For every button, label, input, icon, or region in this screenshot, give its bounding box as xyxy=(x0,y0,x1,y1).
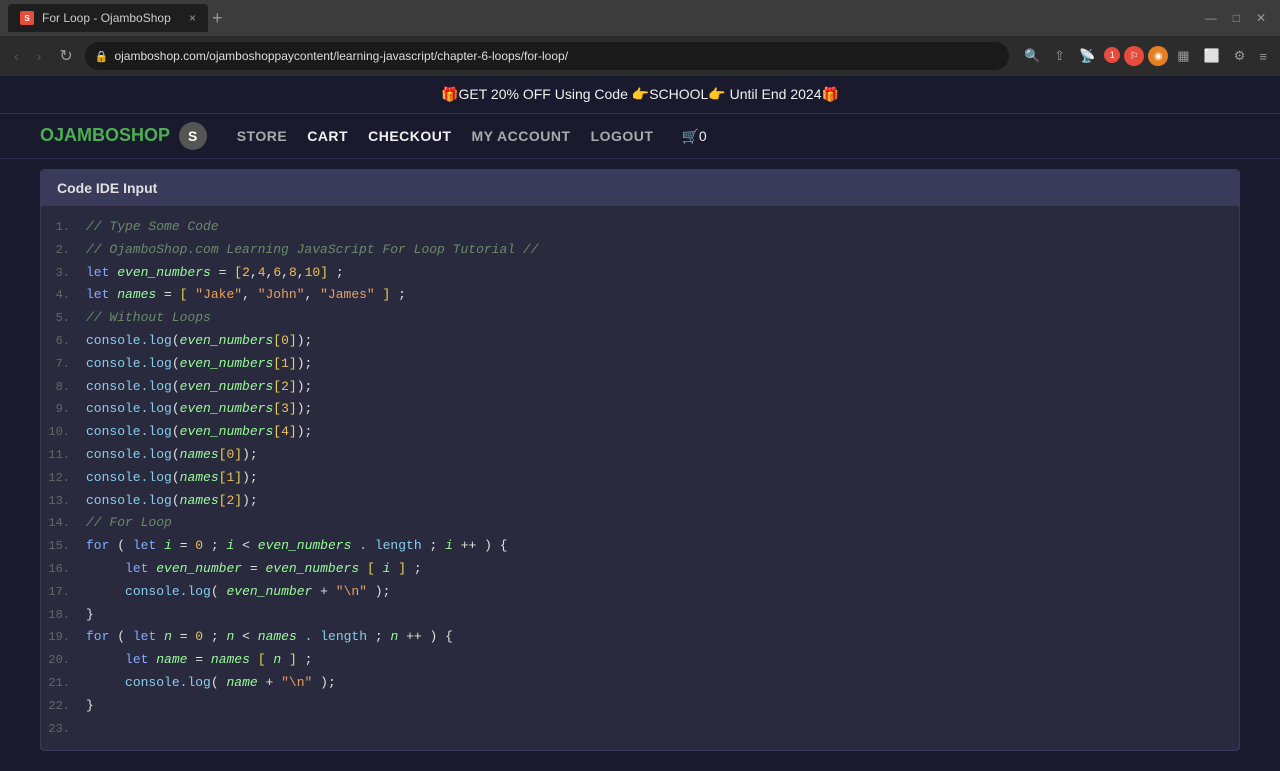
reload-button[interactable]: ↻ xyxy=(53,42,78,70)
cart-nav-link[interactable]: CART xyxy=(307,128,348,144)
tab-bar: S For Loop - OjamboShop × + — □ ✕ xyxy=(0,0,1280,36)
tab-controls: — □ ✕ xyxy=(1199,9,1272,27)
store-nav-link[interactable]: STORE xyxy=(237,128,287,144)
table-row: 23. xyxy=(41,718,1239,741)
tab-title: For Loop - OjamboShop xyxy=(42,11,171,25)
share-icon-button[interactable]: ⇧ xyxy=(1049,45,1070,67)
table-row: 14. // For Loop xyxy=(41,512,1239,535)
code-ide-title: Code IDE Input xyxy=(57,180,157,196)
rss-icon-button[interactable]: 📡 xyxy=(1074,45,1100,67)
table-row: 22. } xyxy=(41,695,1239,718)
more-icon-button[interactable]: ≡ xyxy=(1254,46,1272,67)
tab-close-button[interactable]: × xyxy=(189,11,196,25)
forward-button[interactable]: › xyxy=(31,44,48,68)
table-row: 12. console.log(names[1]); xyxy=(41,467,1239,490)
site-nav: OJAMBOSHOP S STORE CART CHECKOUT MY ACCO… xyxy=(0,114,1280,159)
nav-links: STORE CART CHECKOUT MY ACCOUNT LOGOUT 🛒0 xyxy=(237,128,707,145)
code-area[interactable]: 1. // Type Some Code 2. // OjamboShop.co… xyxy=(41,206,1239,750)
browser-chrome: S For Loop - OjamboShop × + — □ ✕ ‹ › ↻ … xyxy=(0,0,1280,76)
table-row: 13. console.log(names[2]); xyxy=(41,490,1239,513)
tab-favicon: S xyxy=(20,11,34,25)
extension-icon-orange[interactable]: ◉ xyxy=(1148,46,1168,66)
website: 🎁GET 20% OFF Using Code 👉SCHOOL👉 Until E… xyxy=(0,76,1280,771)
table-row: 4. let names = [ "Jake", "John", "James"… xyxy=(41,284,1239,307)
site-logo-link[interactable]: OJAMBOSHOP S xyxy=(40,122,207,150)
minimize-button[interactable]: — xyxy=(1199,9,1223,27)
table-row: 17. console.log( even_number + "\n" ); xyxy=(41,581,1239,604)
table-row: 20. let name = names [ n ] ; xyxy=(41,649,1239,672)
promo-banner: 🎁GET 20% OFF Using Code 👉SCHOOL👉 Until E… xyxy=(0,76,1280,114)
table-row: 2. // OjamboShop.com Learning JavaScript… xyxy=(41,239,1239,262)
back-button[interactable]: ‹ xyxy=(8,44,25,68)
cart-icon[interactable]: 🛒0 xyxy=(681,128,706,145)
nav-icons: 🔍 ⇧ 📡 1 ⚐ ◉ ▦ ⬜ ⚙ ≡ xyxy=(1019,45,1272,67)
logo-text: OJAMBOSHOP xyxy=(40,125,170,145)
new-tab-button[interactable]: + xyxy=(212,8,223,29)
logout-nav-link[interactable]: LOGOUT xyxy=(591,128,654,144)
table-row: 7. console.log(even_numbers[1]); xyxy=(41,353,1239,376)
table-row: 10. console.log(even_numbers[4]); xyxy=(41,421,1239,444)
active-tab[interactable]: S For Loop - OjamboShop × xyxy=(8,4,208,32)
table-row: 19. for ( let n = 0 ; n < names xyxy=(41,626,1239,649)
my-account-nav-link[interactable]: MY ACCOUNT xyxy=(471,128,570,144)
cart-count: 0 xyxy=(699,128,707,144)
search-icon-button[interactable]: 🔍 xyxy=(1019,45,1045,67)
table-row: 16. let even_number = even_numbers [ i ]… xyxy=(41,558,1239,581)
sidebar-icon-button[interactable]: ▦ xyxy=(1172,45,1194,67)
main-content: Code IDE Input 1. // Type Some Code 2. /… xyxy=(0,169,1280,771)
table-row: 3. let even_numbers = [2,4,6,8,10] ; xyxy=(41,262,1239,285)
code-ide: Code IDE Input 1. // Type Some Code 2. /… xyxy=(40,169,1240,751)
table-row: 21. console.log( name + "\n" ); xyxy=(41,672,1239,695)
code-ide-header: Code IDE Input xyxy=(41,170,1239,206)
address-bar[interactable] xyxy=(114,49,999,63)
table-row: 1. // Type Some Code xyxy=(41,216,1239,239)
navigation-bar: ‹ › ↻ 🔒 🔍 ⇧ 📡 1 ⚐ ◉ ▦ ⬜ ⚙ ≡ xyxy=(0,36,1280,76)
table-row: 11. console.log(names[0]); xyxy=(41,444,1239,467)
maximize-button[interactable]: □ xyxy=(1227,9,1246,27)
settings-icon-button[interactable]: ⚙ xyxy=(1229,45,1251,67)
address-bar-container[interactable]: 🔒 xyxy=(85,42,1009,70)
screenshot-icon-button[interactable]: ⬜ xyxy=(1199,45,1225,67)
checkout-nav-link[interactable]: CHECKOUT xyxy=(368,128,451,144)
extension-icon-red[interactable]: ⚐ xyxy=(1124,46,1144,66)
lock-icon: 🔒 xyxy=(95,50,109,63)
table-row: 6. console.log(even_numbers[0]); xyxy=(41,330,1239,353)
table-row: 5. // Without Loops xyxy=(41,307,1239,330)
table-row: 18. } xyxy=(41,604,1239,627)
logo-icon: S xyxy=(179,122,207,150)
promo-text: 🎁GET 20% OFF Using Code 👉SCHOOL👉 Until E… xyxy=(441,86,839,102)
window-close-button[interactable]: ✕ xyxy=(1250,9,1272,27)
table-row: 8. console.log(even_numbers[2]); xyxy=(41,376,1239,399)
table-row: 15. for ( let i = 0 ; i < even_numbe xyxy=(41,535,1239,558)
notification-badge: 1 xyxy=(1104,47,1120,63)
table-row: 9. console.log(even_numbers[3]); xyxy=(41,398,1239,421)
